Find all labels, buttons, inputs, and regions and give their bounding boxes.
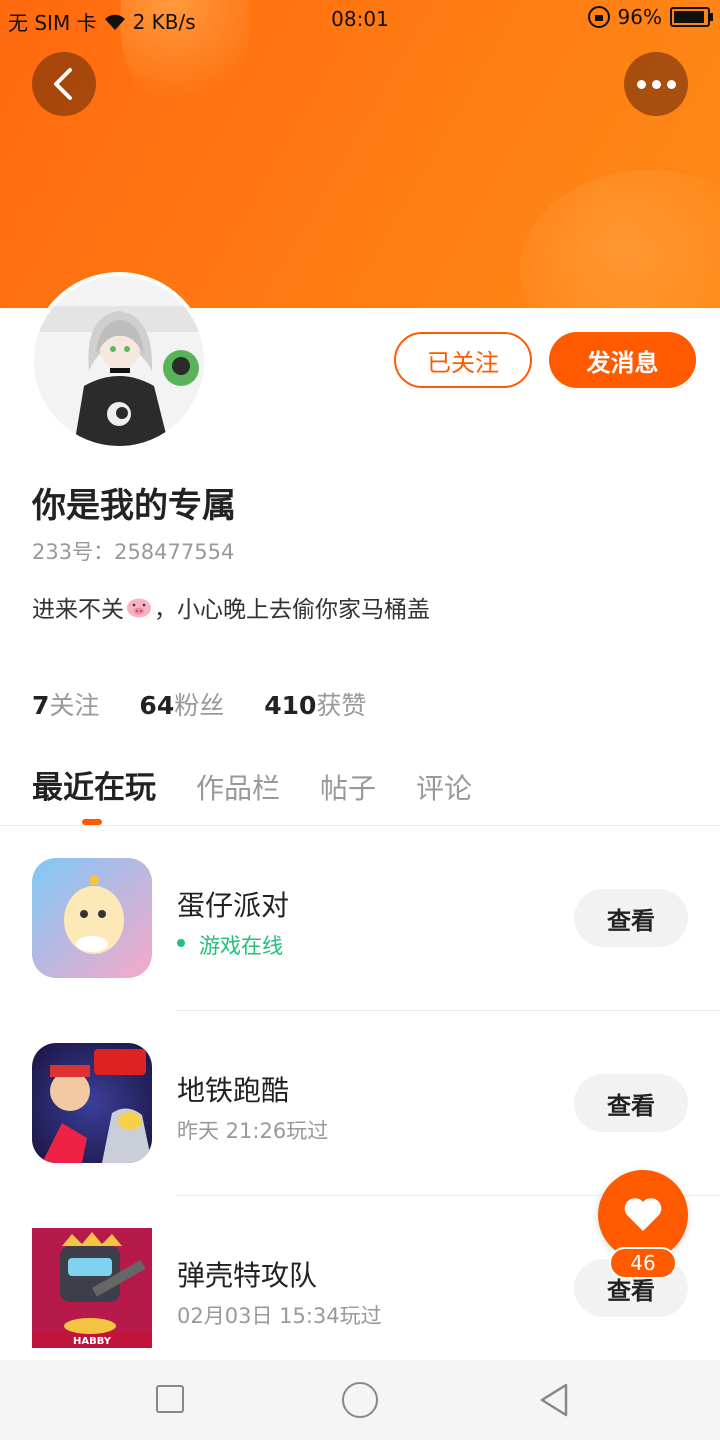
username: 你是我的专属 — [32, 486, 236, 526]
back-button[interactable] — [32, 52, 96, 116]
tab-recently-played[interactable]: 最近在玩 — [32, 762, 156, 807]
nav-home-icon[interactable] — [342, 1382, 378, 1418]
avatar-image — [34, 276, 204, 446]
stat-likes[interactable]: 410获赞 — [264, 686, 366, 722]
game-name: 地铁跑酷 — [177, 1074, 290, 1107]
last-played: 02月03日 15:34玩过 — [177, 1304, 382, 1328]
habby-logo-text: HABBY — [73, 1336, 112, 1347]
tab-posts[interactable]: 帖子 — [320, 767, 376, 807]
online-status-dot — [177, 939, 185, 947]
system-nav-bar — [0, 1360, 720, 1440]
stats-row: 7关注 64粉丝 410获赞 — [32, 686, 366, 722]
profile-banner — [0, 0, 720, 308]
game-status: 游戏在线 — [199, 934, 283, 958]
send-message-button[interactable]: 发消息 — [549, 332, 696, 388]
clock: 08:01 — [331, 7, 389, 31]
game-name: 蛋仔派对 — [177, 889, 290, 922]
more-button[interactable] — [624, 52, 688, 116]
user-id: 233号：258477554 — [32, 540, 235, 564]
lock-rotation-icon — [587, 6, 610, 28]
list-item[interactable]: 蛋仔派对 游戏在线 查看 — [0, 858, 720, 1043]
stat-number: 64 — [139, 691, 175, 720]
bio-text-end: ，小心晚上去偷你家马桶盖 — [154, 597, 430, 623]
battery-level: 96% — [617, 5, 662, 29]
stat-label: 粉丝 — [174, 691, 225, 720]
view-button[interactable]: 查看 — [574, 1074, 688, 1132]
avatar[interactable] — [34, 276, 204, 446]
bio-text-start: 进来不关 — [32, 597, 124, 623]
game-icon-subway-surfers — [32, 1043, 152, 1163]
battery-icon — [670, 7, 713, 27]
game-name: 弹壳特攻队 — [177, 1259, 318, 1292]
profile-tabs: 最近在玩 作品栏 帖子 评论 — [32, 762, 472, 807]
stat-following[interactable]: 7关注 — [32, 686, 99, 722]
game-icon-survivor: HABBY — [32, 1228, 152, 1348]
back-arrow-icon — [54, 68, 72, 100]
stat-number: 410 — [264, 691, 317, 720]
heart-icon — [624, 1198, 662, 1231]
nav-back-icon[interactable] — [538, 1382, 570, 1418]
more-dots-icon — [636, 79, 676, 89]
bio: 进来不关 ，小心晚上去偷你家马桶盖 — [32, 590, 430, 624]
nav-square-icon[interactable] — [156, 1385, 184, 1413]
pig-emoji-icon — [127, 598, 151, 618]
like-count-badge: 46 — [609, 1247, 677, 1279]
tabs-divider — [0, 825, 720, 826]
tab-works[interactable]: 作品栏 — [196, 767, 280, 807]
last-played: 昨天 21:26玩过 — [177, 1119, 329, 1143]
following-button[interactable]: 已关注 — [394, 332, 532, 388]
stat-label: 关注 — [49, 691, 100, 720]
stat-label: 获赞 — [316, 691, 367, 720]
status-bar: 无 SIM 卡 2 KB/s 08:01 96% — [0, 0, 720, 38]
banner-decoration — [520, 170, 720, 308]
tab-comments[interactable]: 评论 — [416, 767, 472, 807]
view-button[interactable]: 查看 — [574, 889, 688, 947]
stat-number: 7 — [32, 691, 50, 720]
game-icon-eggy-party — [32, 858, 152, 978]
stat-fans[interactable]: 64粉丝 — [139, 686, 224, 722]
row-divider — [176, 1010, 720, 1011]
